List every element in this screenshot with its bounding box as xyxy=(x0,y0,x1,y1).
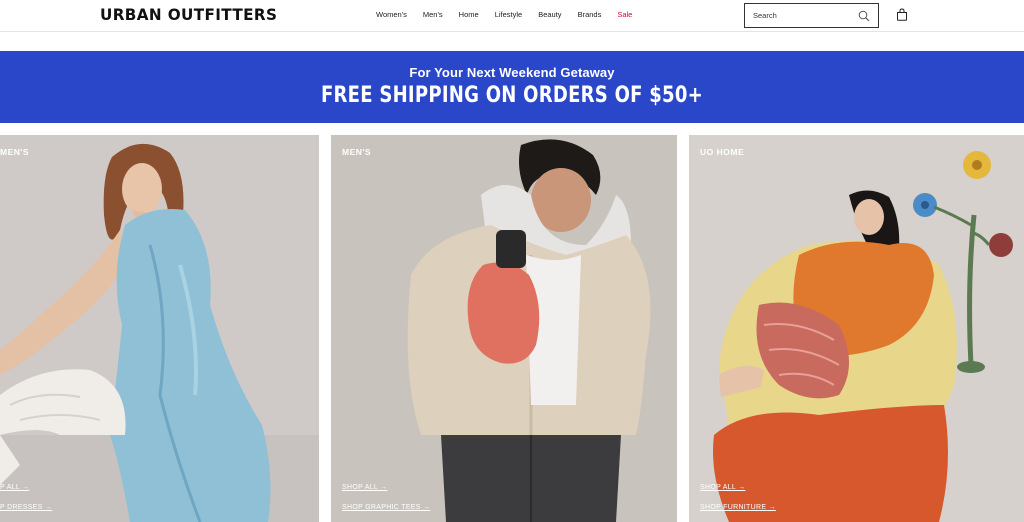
tile-men-shop-graphic-tees[interactable]: SHOP GRAPHIC TEES → xyxy=(342,504,430,511)
promo-subtitle: For Your Next Weekend Getaway xyxy=(409,65,615,80)
search-input[interactable] xyxy=(753,11,853,20)
tile-men-shop-all[interactable]: SHOP ALL → xyxy=(342,484,387,491)
home-model-image xyxy=(689,135,1024,522)
category-tile-men[interactable]: MEN'S SHOP ALL → SHOP GRAPHIC TEES → xyxy=(331,135,677,522)
tile-home-title[interactable]: UO HOME xyxy=(700,147,744,157)
nav-home[interactable]: Home xyxy=(459,10,479,19)
tile-women-shop-all[interactable]: P ALL → xyxy=(0,484,29,491)
search-box[interactable] xyxy=(744,3,879,28)
nav-lifestyle[interactable]: Lifestyle xyxy=(495,10,523,19)
category-tile-women[interactable]: MEN'S P ALL → P DRESSES → xyxy=(0,135,319,522)
promo-title: FREE SHIPPING ON ORDERS OF $50+ xyxy=(320,83,704,108)
tile-men-title[interactable]: MEN'S xyxy=(342,147,371,157)
nav-brands[interactable]: Brands xyxy=(578,10,602,19)
category-tile-home[interactable]: UO HOME SHOP ALL → SHOP FURNITURE → xyxy=(689,135,1024,522)
nav-men[interactable]: Men's xyxy=(423,10,443,19)
nav-sale[interactable]: Sale xyxy=(617,10,632,19)
site-logo[interactable]: URBAN OUTFITTERS xyxy=(100,5,277,24)
nav-women[interactable]: Women's xyxy=(376,10,407,19)
nav-beauty[interactable]: Beauty xyxy=(538,10,561,19)
site-header: URBAN OUTFITTERS Women's Men's Home Life… xyxy=(0,0,1024,32)
men-model-image xyxy=(331,135,677,522)
tile-home-shop-furniture[interactable]: SHOP FURNITURE → xyxy=(700,504,776,511)
search-icon[interactable] xyxy=(858,10,870,22)
women-model-image xyxy=(0,135,319,522)
tile-women-title[interactable]: MEN'S xyxy=(0,147,29,157)
tile-women-shop-dresses[interactable]: P DRESSES → xyxy=(0,504,52,511)
promo-banner[interactable]: For Your Next Weekend Getaway FREE SHIPP… xyxy=(0,51,1024,123)
shopping-bag-icon[interactable] xyxy=(896,8,908,21)
tile-home-shop-all[interactable]: SHOP ALL → xyxy=(700,484,745,491)
main-nav: Women's Men's Home Lifestyle Beauty Bran… xyxy=(376,10,648,19)
